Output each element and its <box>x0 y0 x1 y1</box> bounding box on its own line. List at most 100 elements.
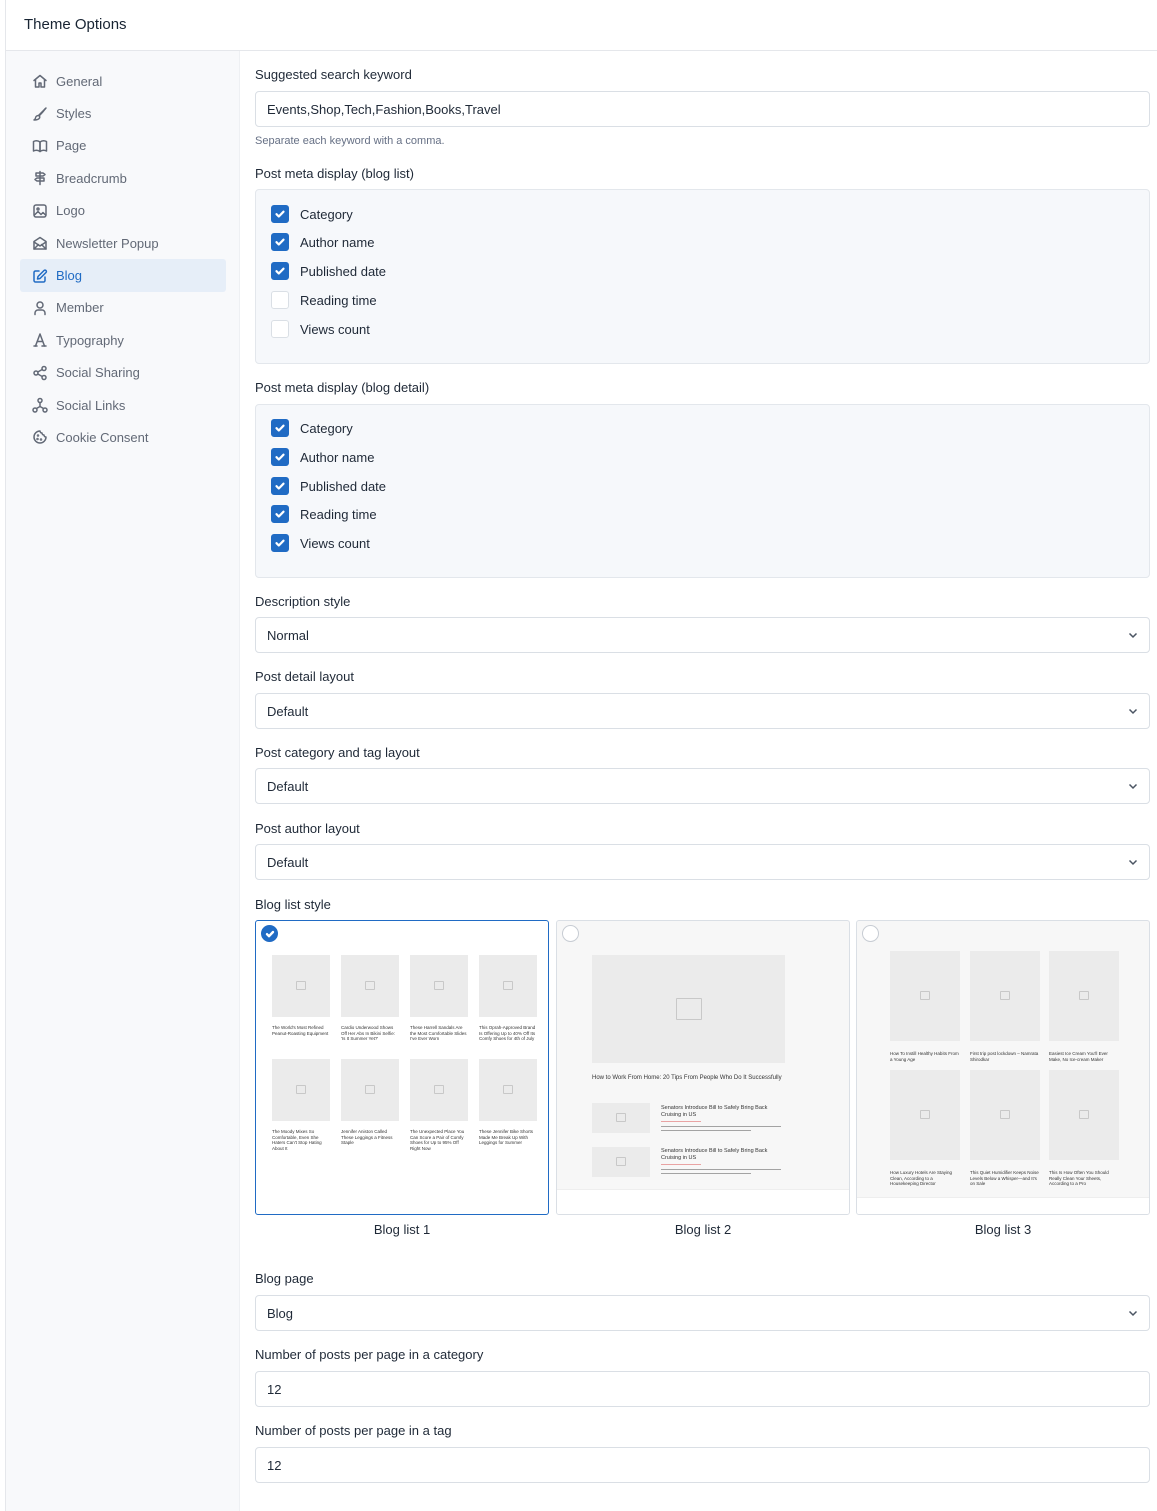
sidebar-item-blog[interactable]: Blog <box>20 259 226 292</box>
preview-title: Cardio Underwood Shows Off Her Abs In Bi… <box>341 1025 395 1041</box>
meta-list-views-count[interactable]: Views count <box>271 320 370 338</box>
search-keyword-input[interactable]: Events,Shop,Tech,Fashion,Books,Travel <box>255 91 1150 127</box>
user-icon <box>32 300 48 316</box>
radio-selected[interactable] <box>261 925 278 942</box>
select-value: Default <box>267 778 309 794</box>
checkbox-checked[interactable] <box>271 262 289 280</box>
sidebar-item-typography[interactable]: Typography <box>20 324 226 356</box>
preview-thumbnail <box>890 951 960 1041</box>
header-bar: Theme Options <box>6 0 1157 51</box>
meta-detail-published-date[interactable]: Published date <box>271 477 386 495</box>
meta-detail-reading-time[interactable]: Reading time <box>271 505 377 523</box>
search-keyword-label: Suggested search keyword <box>255 67 412 82</box>
home-icon <box>32 73 48 89</box>
meta-list-reading-time[interactable]: Reading time <box>271 291 377 309</box>
radio-unselected[interactable] <box>562 925 579 942</box>
preview-thumbnail <box>592 955 785 1063</box>
preview-title: How To Instill Healthy Habits From a You… <box>890 1051 959 1062</box>
image-placeholder-icon <box>616 1113 626 1122</box>
checkbox-label: Author name <box>300 449 375 465</box>
preview-thumbnail <box>272 955 330 1017</box>
image-placeholder-icon <box>616 1157 626 1166</box>
meta-detail-panel: Category Author name Published date Read… <box>255 404 1150 578</box>
preview-thumbnail <box>341 1059 399 1121</box>
image-placeholder-icon <box>675 998 702 1020</box>
image-placeholder-icon <box>365 1085 375 1094</box>
author-layout-select[interactable]: Default <box>255 844 1150 880</box>
blog-list-1-option[interactable]: The World's Most Refined Peanut-Roasting… <box>255 920 549 1215</box>
select-value: Blog <box>267 1305 294 1321</box>
image-placeholder-icon <box>920 991 930 1000</box>
blog-list-3-option[interactable]: How To Instill Healthy Habits From a You… <box>856 920 1150 1215</box>
sidebar-item-cookie-consent[interactable]: Cookie Consent <box>20 421 226 453</box>
posts-per-category-label: Number of posts per page in a category <box>255 1347 484 1362</box>
checkbox-label: Published date <box>300 478 387 494</box>
blog-list-3-caption: Blog list 3 <box>974 1222 1032 1237</box>
posts-per-tag-input[interactable]: 12 <box>255 1447 1150 1483</box>
blog-list-2-option[interactable]: How to Work From Home: 20 Tips From Peop… <box>556 920 850 1215</box>
checkbox-checked[interactable] <box>271 448 289 466</box>
checkbox-label: Reading time <box>300 292 377 308</box>
preview-title: First trip post lockdown – Namrata Shiro… <box>970 1051 1039 1062</box>
checkbox-checked[interactable] <box>271 205 289 223</box>
preview-thumbnail <box>272 1059 330 1121</box>
sidebar-item-label: Cookie Consent <box>56 429 149 445</box>
meta-detail-category[interactable]: Category <box>271 419 353 437</box>
sidebar-item-breadcrumb[interactable]: Breadcrumb <box>20 162 226 194</box>
meta-list-category[interactable]: Category <box>271 205 353 223</box>
sidebar-item-label: Logo <box>56 203 85 219</box>
meta-list-published-date[interactable]: Published date <box>271 262 386 280</box>
checkbox-checked[interactable] <box>271 419 289 437</box>
category-tag-layout-select[interactable]: Default <box>255 768 1150 804</box>
checkbox-checked[interactable] <box>271 477 289 495</box>
posts-per-category-input[interactable]: 12 <box>255 1371 1150 1407</box>
checkbox-unchecked[interactable] <box>271 320 289 338</box>
preview-thumbnail <box>1049 1070 1119 1160</box>
preview-thumbnail <box>592 1103 650 1133</box>
sidebar-item-social-links[interactable]: Social Links <box>20 389 226 421</box>
image-placeholder-icon <box>920 1110 930 1119</box>
sidebar-nav: General Styles Page Breadcrumb Logo News… <box>20 65 226 454</box>
image-placeholder-icon <box>1000 991 1010 1000</box>
author-layout-label: Post author layout <box>255 821 360 836</box>
blog-list-style-label: Blog list style <box>255 897 331 912</box>
chevron-down-icon <box>1127 629 1139 641</box>
sidebar-item-general[interactable]: General <box>20 65 226 97</box>
sidebar-item-member[interactable]: Member <box>20 292 226 324</box>
sidebar-item-page[interactable]: Page <box>20 130 226 162</box>
preview-title: This Quiet Humidifier Keeps Noise Levels… <box>970 1170 1039 1186</box>
blog-page-label: Blog page <box>255 1271 314 1286</box>
share-icon <box>32 365 48 381</box>
checkbox-checked[interactable] <box>271 534 289 552</box>
meta-list-label: Post meta display (blog list) <box>255 166 414 181</box>
book-icon <box>32 138 48 154</box>
sidebar-item-newsletter-popup[interactable]: Newsletter Popup <box>20 227 226 259</box>
checkbox-checked[interactable] <box>271 505 289 523</box>
preview-meta-line <box>661 1164 701 1165</box>
blog-page-select[interactable]: Blog <box>255 1295 1150 1331</box>
preview-title: Jennifer Aniston Called These Leggings a… <box>341 1129 393 1145</box>
image-placeholder-icon <box>296 981 306 990</box>
radio-unselected[interactable] <box>862 925 879 942</box>
sidebar-item-social-sharing[interactable]: Social Sharing <box>20 357 226 389</box>
image-placeholder-icon <box>1000 1110 1010 1119</box>
preview-thumbnail <box>410 1059 468 1121</box>
preview-title: The Unexpected Place You Can Score a Pai… <box>410 1129 465 1151</box>
sidebar-item-styles[interactable]: Styles <box>20 97 226 129</box>
description-style-select[interactable]: Normal <box>255 617 1150 653</box>
blog-list-2-caption: Blog list 2 <box>674 1222 732 1237</box>
preview-title: This Is How Often You Should Really Clea… <box>1049 1170 1109 1186</box>
blog-list-style-options: The World's Most Refined Peanut-Roasting… <box>255 920 1150 1250</box>
checkbox-unchecked[interactable] <box>271 291 289 309</box>
preview-thumbnail <box>1049 951 1119 1041</box>
meta-list-author-name[interactable]: Author name <box>271 233 374 251</box>
sidebar-item-label: Breadcrumb <box>56 170 127 186</box>
sidebar-item-logo[interactable]: Logo <box>20 195 226 227</box>
meta-detail-views-count[interactable]: Views count <box>271 534 370 552</box>
sidebar-item-label: Blog <box>56 268 83 284</box>
checkbox-checked[interactable] <box>271 233 289 251</box>
post-detail-layout-select[interactable]: Default <box>255 693 1150 729</box>
preview-fade <box>857 1197 1149 1214</box>
meta-detail-author-name[interactable]: Author name <box>271 448 374 466</box>
cookie-icon <box>32 429 48 445</box>
